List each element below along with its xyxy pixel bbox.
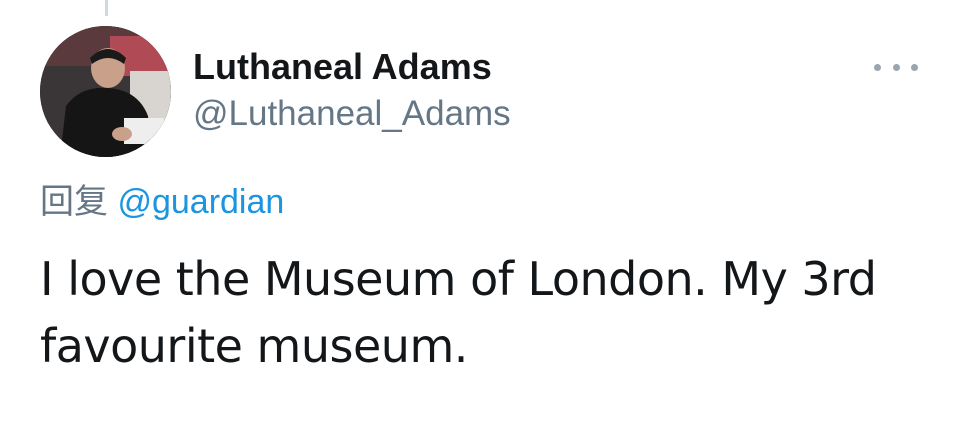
tweet-card[interactable]: Luthaneal Adams @Luthaneal_Adams 回复 @gua… (0, 0, 960, 425)
avatar[interactable] (40, 26, 171, 157)
dot (874, 63, 881, 71)
dot (892, 63, 900, 71)
tweet-text: I love the Museum of London. My 3rd favo… (40, 246, 940, 380)
author-name[interactable]: Luthaneal Adams (193, 46, 492, 88)
tweet-text-line: I love the Museum of London. My 3rd (40, 252, 877, 306)
reply-mention-link[interactable]: @guardian (117, 183, 284, 221)
author-handle[interactable]: @Luthaneal_Adams (193, 94, 511, 134)
dot (911, 63, 918, 71)
avatar-photo (40, 26, 171, 157)
reply-prefix: 回复 (40, 182, 108, 222)
more-options-icon[interactable] (874, 56, 918, 78)
reply-context: 回复 @guardian (40, 174, 284, 223)
thread-connector-line (105, 0, 108, 16)
tweet-text-line: favourite museum. (40, 319, 468, 373)
